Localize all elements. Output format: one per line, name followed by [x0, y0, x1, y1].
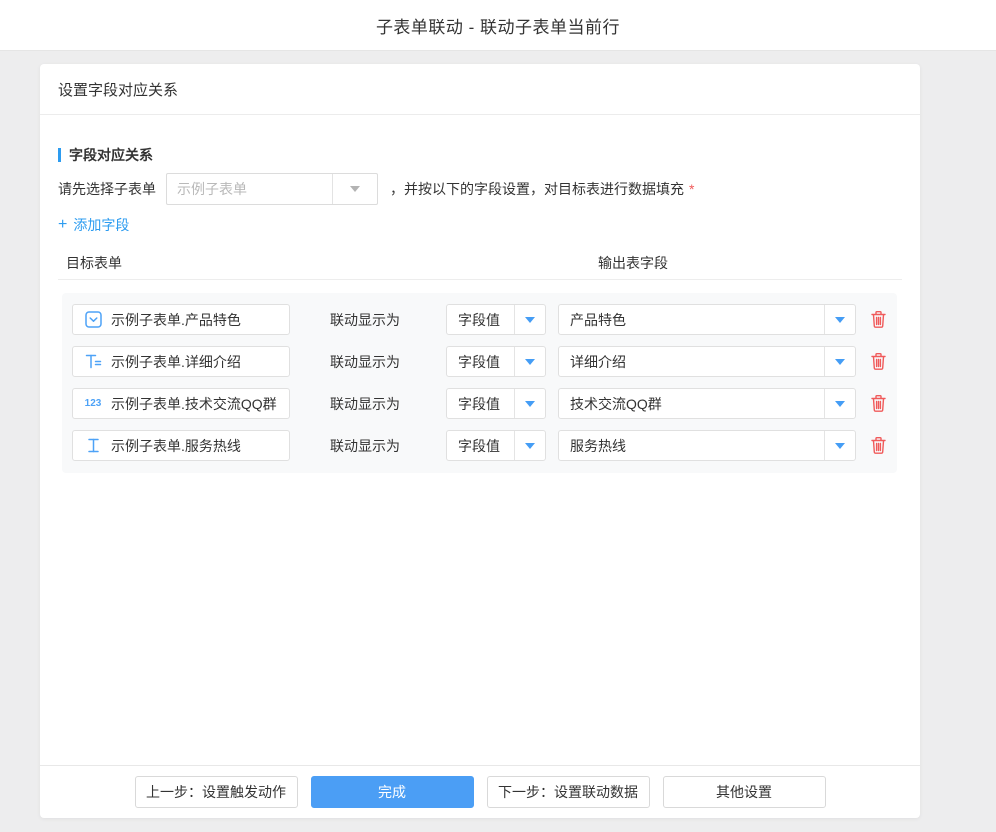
output-field-select[interactable]: 服务热线 — [558, 430, 856, 461]
card-title: 设置字段对应关系 — [58, 79, 178, 100]
link-display-label: 联动显示为 — [330, 310, 400, 330]
target-field-box[interactable]: 示例子表单.服务热线 — [72, 430, 290, 461]
output-field-value: 产品特色 — [559, 310, 824, 330]
value-type-select[interactable]: 字段值 — [446, 304, 546, 335]
trash-icon — [870, 394, 887, 413]
value-type-caret-zone[interactable] — [514, 305, 545, 334]
output-field-select[interactable]: 产品特色 — [558, 304, 856, 335]
chevron-down-icon — [835, 359, 845, 365]
value-type-caret-zone[interactable] — [514, 389, 545, 418]
target-field-box[interactable]: 示例子表单.产品特色 — [72, 304, 290, 335]
trash-icon — [870, 436, 887, 455]
value-type-caret-zone[interactable] — [514, 431, 545, 460]
subform-select-value: 示例子表单 — [167, 179, 332, 199]
delete-row-button[interactable] — [870, 352, 887, 371]
subform-select-row: 请先选择子表单 示例子表单 ，并按以下的字段设置，对目标表进行数据填充 * — [58, 173, 902, 205]
link-display-label: 联动显示为 — [330, 394, 400, 414]
select-field-icon — [82, 311, 104, 328]
section-marker — [58, 148, 61, 162]
plus-icon: + — [58, 218, 67, 232]
page-title: 子表单联动 - 联动子表单当前行 — [376, 13, 620, 38]
columns-divider — [58, 279, 902, 280]
subform-label: 请先选择子表单 — [58, 179, 156, 199]
column-header-target: 目标表单 — [66, 253, 122, 273]
chevron-down-icon — [835, 401, 845, 407]
value-type-select[interactable]: 字段值 — [446, 430, 546, 461]
link-display-label: 联动显示为 — [330, 352, 400, 372]
target-field-box[interactable]: 123 示例子表单.技术交流QQ群 — [72, 388, 290, 419]
card-header: 设置字段对应关系 — [40, 64, 920, 115]
field-mapping-row: 示例子表单.产品特色 联动显示为 字段值 产品特色 — [72, 304, 897, 335]
next-step-button[interactable]: 下一步：设置联动数据 — [487, 776, 650, 808]
chevron-down-icon — [835, 443, 845, 449]
text-field-icon — [82, 437, 104, 454]
output-field-select[interactable]: 详细介绍 — [558, 346, 856, 377]
output-field-value: 详细介绍 — [559, 352, 824, 372]
output-caret-zone[interactable] — [824, 431, 855, 460]
subform-caret-zone[interactable] — [332, 174, 377, 204]
number-field-icon: 123 — [82, 398, 104, 409]
top-bar: 子表单联动 - 联动子表单当前行 — [0, 0, 996, 51]
card-footer: 上一步：设置触发动作 完成 下一步：设置联动数据 其他设置 — [40, 765, 920, 818]
value-type-value: 字段值 — [447, 352, 514, 372]
output-caret-zone[interactable] — [824, 389, 855, 418]
target-field-name: 示例子表单.产品特色 — [111, 310, 241, 330]
delete-row-button[interactable] — [870, 436, 887, 455]
field-mapping-row: 示例子表单.服务热线 联动显示为 字段值 服务热线 — [72, 430, 897, 461]
field-mapping-row: 123 示例子表单.技术交流QQ群 联动显示为 字段值 技术交流QQ群 — [72, 388, 897, 419]
output-field-value: 服务热线 — [559, 436, 824, 456]
trash-icon — [870, 352, 887, 371]
target-field-name: 示例子表单.详细介绍 — [111, 352, 241, 372]
target-field-box[interactable]: 示例子表单.详细介绍 — [72, 346, 290, 377]
target-field-name: 示例子表单.技术交流QQ群 — [111, 394, 277, 414]
delete-row-button[interactable] — [870, 394, 887, 413]
chevron-down-icon — [835, 317, 845, 323]
chevron-down-icon — [350, 186, 360, 192]
section-title-text: 字段对应关系 — [69, 145, 153, 165]
other-settings-button[interactable]: 其他设置 — [663, 776, 826, 808]
value-type-value: 字段值 — [447, 436, 514, 456]
field-mapping-panel: 示例子表单.产品特色 联动显示为 字段值 产品特色 — [62, 293, 897, 473]
columns-header-row: 目标表单 输出表字段 — [58, 253, 902, 271]
chevron-down-icon — [525, 317, 535, 323]
add-field-label: 添加字段 — [73, 215, 129, 235]
output-field-value: 技术交流QQ群 — [559, 394, 824, 414]
column-header-output: 输出表字段 — [598, 253, 668, 273]
prev-step-button[interactable]: 上一步：设置触发动作 — [135, 776, 298, 808]
value-type-value: 字段值 — [447, 394, 514, 414]
section-title: 字段对应关系 — [58, 147, 902, 163]
subform-select[interactable]: 示例子表单 — [166, 173, 378, 205]
output-caret-zone[interactable] — [824, 347, 855, 376]
finish-button[interactable]: 完成 — [311, 776, 474, 808]
chevron-down-icon — [525, 401, 535, 407]
required-asterisk: * — [689, 181, 694, 197]
add-field-button[interactable]: + 添加字段 — [58, 215, 129, 235]
chevron-down-icon — [525, 359, 535, 365]
trash-icon — [870, 310, 887, 329]
value-type-select[interactable]: 字段值 — [446, 346, 546, 377]
output-caret-zone[interactable] — [824, 305, 855, 334]
link-display-label: 联动显示为 — [330, 436, 400, 456]
delete-row-button[interactable] — [870, 310, 887, 329]
value-type-select[interactable]: 字段值 — [446, 388, 546, 419]
field-mapping-row: 示例子表单.详细介绍 联动显示为 字段值 详细介绍 — [72, 346, 897, 377]
value-type-caret-zone[interactable] — [514, 347, 545, 376]
chevron-down-icon — [525, 443, 535, 449]
output-field-select[interactable]: 技术交流QQ群 — [558, 388, 856, 419]
settings-card: 设置字段对应关系 字段对应关系 请先选择子表单 示例子表单 ，并按以下的字段设置… — [40, 64, 920, 818]
textarea-field-icon — [82, 353, 104, 370]
target-field-name: 示例子表单.服务热线 — [111, 436, 241, 456]
value-type-value: 字段值 — [447, 310, 514, 330]
card-body: 字段对应关系 请先选择子表单 示例子表单 ，并按以下的字段设置，对目标表进行数据… — [40, 147, 920, 797]
subform-hint: ，并按以下的字段设置，对目标表进行数据填充 — [390, 179, 684, 199]
